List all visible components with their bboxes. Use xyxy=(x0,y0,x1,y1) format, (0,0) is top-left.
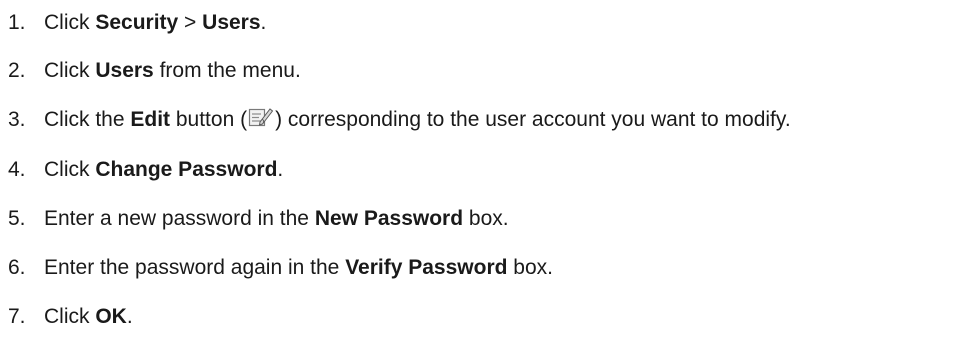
step-text: from the menu. xyxy=(153,59,301,82)
ui-term-edit: Edit xyxy=(130,108,171,131)
ui-term-users: Users xyxy=(95,59,154,82)
step-number: 2. xyxy=(8,59,26,82)
step-text: Click xyxy=(44,11,96,34)
ui-term-ok: OK xyxy=(95,305,127,328)
ui-term-security: Security xyxy=(95,11,179,34)
step-text: Click the xyxy=(44,108,131,131)
step-text: . xyxy=(277,158,284,181)
step-5: 5. Enter a new password in the New Passwo… xyxy=(8,206,509,232)
ui-term-verify-password: Verify Password xyxy=(345,256,508,279)
step-number: 6. xyxy=(8,256,26,279)
instruction-steps: 1. Click Security > Users. 2. Click Users … xyxy=(0,0,975,350)
step-number: 3. xyxy=(8,108,26,131)
step-text: Click xyxy=(44,59,96,82)
step-text: Enter a new password in the xyxy=(44,207,315,230)
step-text: Enter the password again in the xyxy=(44,256,346,279)
step-number: 5. xyxy=(8,207,26,230)
step-text: ) corresponding to the user account you … xyxy=(275,108,791,131)
step-text: > xyxy=(178,11,203,34)
step-number: 4. xyxy=(8,158,26,181)
step-1: 1. Click Security > Users. xyxy=(8,10,266,36)
step-7: 7. Click OK. xyxy=(8,304,133,330)
ui-term-change-password: Change Password xyxy=(95,158,278,181)
step-text: . xyxy=(126,305,133,328)
step-text: Click xyxy=(44,158,96,181)
step-number: 7. xyxy=(8,305,26,328)
step-text: box. xyxy=(507,256,553,279)
step-text: . xyxy=(260,11,267,34)
edit-icon xyxy=(248,106,274,128)
step-6: 6. Enter the password again in the Verify… xyxy=(8,255,553,281)
step-text: box. xyxy=(463,207,509,230)
ui-term-users: Users xyxy=(202,11,261,34)
step-4: 4. Click Change Password. xyxy=(8,157,283,183)
step-3: 3. Click the Edit button ( ) correspondin… xyxy=(8,107,791,133)
step-text: button ( xyxy=(170,108,248,131)
step-2: 2. Click Users from the menu. xyxy=(8,58,301,84)
ui-term-new-password: New Password xyxy=(314,207,464,230)
step-number: 1. xyxy=(8,11,26,34)
step-text: Click xyxy=(44,305,96,328)
